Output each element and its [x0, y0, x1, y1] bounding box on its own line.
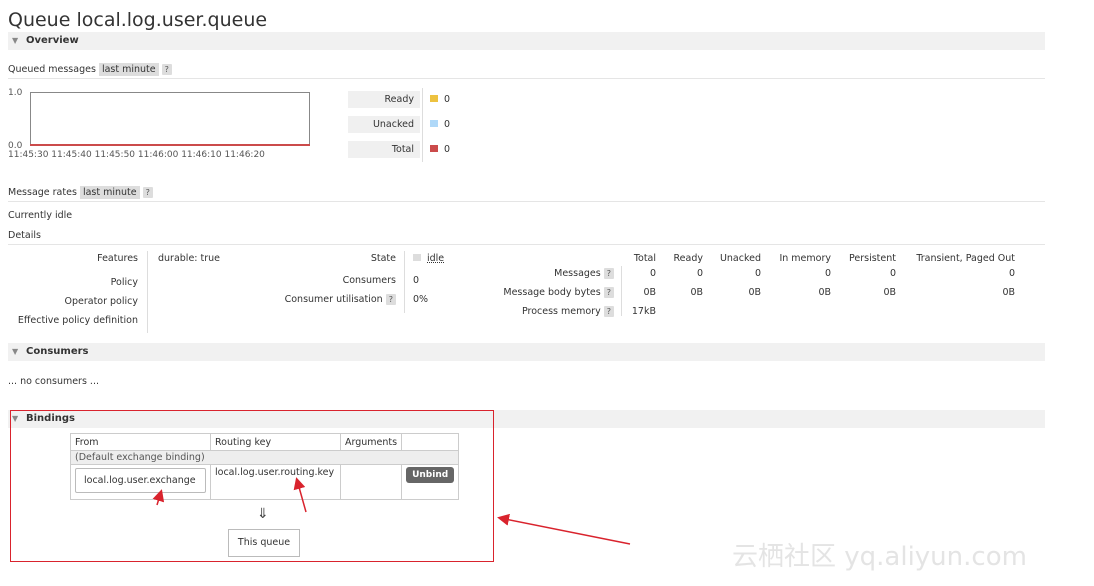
annotation-arrow-routing-key	[293, 477, 307, 513]
watermark: 云栖社区 yq.aliyun.com	[732, 542, 1027, 572]
annotation-arrow-box	[497, 513, 631, 545]
annotation-arrow-exchange	[152, 489, 165, 506]
annotation-arrows	[152, 477, 631, 545]
